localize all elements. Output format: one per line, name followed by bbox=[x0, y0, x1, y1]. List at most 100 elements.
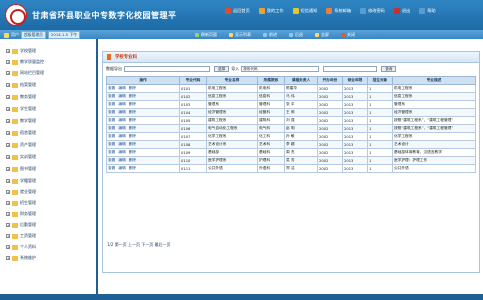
forward-button[interactable]: 前进 bbox=[263, 32, 277, 38]
expand-icon[interactable]: + bbox=[6, 131, 10, 135]
refresh-button[interactable]: 刷新页面 bbox=[195, 32, 217, 38]
expand-icon[interactable]: + bbox=[6, 179, 10, 183]
nav-logout-link[interactable]: 退出 bbox=[393, 8, 410, 14]
edit-link[interactable]: 编辑 bbox=[118, 142, 125, 146]
query-input[interactable] bbox=[323, 66, 378, 72]
sidebar-item[interactable]: + 图书管理 bbox=[6, 166, 36, 172]
delete-link[interactable]: 删除 bbox=[129, 86, 136, 90]
expand-icon[interactable]: + bbox=[6, 256, 10, 260]
close-button[interactable]: 关闭 bbox=[341, 32, 355, 38]
sidebar-item[interactable]: + 网站栏目管理 bbox=[6, 70, 44, 76]
expand-icon[interactable]: + bbox=[6, 83, 10, 87]
expand-icon[interactable]: + bbox=[6, 95, 10, 99]
sidebar-item[interactable]: + 学籍管理 bbox=[6, 178, 36, 184]
view-link[interactable]: 查看 bbox=[108, 166, 115, 170]
delete-link[interactable]: 删除 bbox=[129, 166, 136, 170]
back-button[interactable]: 后退 bbox=[289, 32, 303, 38]
delete-link[interactable]: 删除 bbox=[129, 134, 136, 138]
expand-icon[interactable]: + bbox=[6, 60, 10, 64]
expand-icon[interactable]: + bbox=[6, 119, 10, 123]
pagination[interactable]: 1/2 第一页 上一页 下一页 最后一页 bbox=[107, 242, 171, 248]
view-link[interactable]: 查看 bbox=[108, 150, 115, 154]
expand-icon[interactable]: + bbox=[6, 107, 10, 111]
delete-link[interactable]: 删除 bbox=[129, 94, 136, 98]
folder-icon bbox=[12, 211, 18, 217]
cell-year: 2002 bbox=[317, 124, 343, 133]
edit-link[interactable]: 编辑 bbox=[118, 86, 125, 90]
edit-link[interactable]: 编辑 bbox=[118, 102, 125, 106]
view-link[interactable]: 查看 bbox=[108, 110, 115, 114]
expand-icon[interactable]: + bbox=[6, 212, 10, 216]
query-button[interactable]: 查询 bbox=[381, 66, 397, 72]
sidebar-item[interactable]: + 档案管理 bbox=[6, 82, 36, 88]
edit-link[interactable]: 编辑 bbox=[118, 134, 125, 138]
sidebar-item[interactable]: + 教学管理 bbox=[6, 118, 36, 124]
edit-link[interactable]: 编辑 bbox=[118, 94, 125, 98]
expand-icon[interactable]: + bbox=[6, 167, 10, 171]
view-link[interactable]: 查看 bbox=[108, 118, 115, 122]
edit-link[interactable]: 编辑 bbox=[118, 150, 125, 154]
main-content: 学校专业科 数据导出 选择 导入 按系代码 查询 操作 专业代码 专业名称 所属… bbox=[98, 39, 483, 300]
sidebar-item[interactable]: + 实训管理 bbox=[6, 154, 36, 160]
select-button[interactable]: 选择 bbox=[214, 66, 230, 72]
delete-link[interactable]: 删除 bbox=[129, 126, 136, 130]
cell-dept: 化工科 bbox=[257, 132, 285, 141]
expand-icon[interactable]: + bbox=[6, 71, 10, 75]
expand-icon[interactable]: + bbox=[6, 143, 10, 147]
cell-head: 李 娜 bbox=[284, 140, 318, 149]
nav-sms-link[interactable]: 短信通知 bbox=[292, 8, 317, 14]
field-select[interactable]: 按系代码 bbox=[241, 66, 320, 72]
delete-link[interactable]: 删除 bbox=[129, 102, 136, 106]
sidebar-item[interactable]: + 招生管理 bbox=[6, 200, 36, 206]
delete-link[interactable]: 删除 bbox=[129, 118, 136, 122]
export-field[interactable] bbox=[124, 66, 210, 72]
expand-icon[interactable]: + bbox=[6, 49, 10, 53]
edit-link[interactable]: 编辑 bbox=[118, 158, 125, 162]
delete-link[interactable]: 删除 bbox=[129, 158, 136, 162]
sidebar-item[interactable]: + 学生管理 bbox=[6, 106, 36, 112]
expand-icon[interactable]: + bbox=[6, 155, 10, 159]
expand-icon[interactable]: + bbox=[6, 234, 10, 238]
cell-year: 2002 bbox=[317, 148, 343, 157]
nav-mailbox-link[interactable]: 系统邮箱 bbox=[326, 8, 351, 14]
delete-link[interactable]: 删除 bbox=[129, 110, 136, 114]
edit-link[interactable]: 编辑 bbox=[118, 110, 125, 114]
fullscreen-button[interactable]: 全屏 bbox=[315, 32, 329, 38]
nav-my-work-link[interactable]: 我的工作 bbox=[258, 8, 284, 14]
sidebar-item[interactable]: + 教学质量监控 bbox=[6, 59, 44, 65]
expand-icon[interactable]: + bbox=[6, 201, 10, 205]
sidebar-item[interactable]: + 后勤管理 bbox=[6, 222, 36, 228]
delete-link[interactable]: 删除 bbox=[129, 142, 136, 146]
col-name: 专业名称 bbox=[206, 76, 258, 85]
view-link[interactable]: 查看 bbox=[108, 158, 115, 162]
sidebar-item[interactable]: + 系统维护 bbox=[6, 255, 36, 261]
expand-icon[interactable]: + bbox=[6, 223, 10, 227]
list-button[interactable]: 显示列表 bbox=[229, 32, 251, 38]
sidebar-item[interactable]: + 个人资料 bbox=[6, 244, 36, 250]
edit-link[interactable]: 编辑 bbox=[118, 118, 125, 122]
expand-icon[interactable]: + bbox=[6, 245, 10, 249]
sidebar-item[interactable]: + 学校管理 bbox=[6, 48, 36, 54]
nav-change-password-link[interactable]: 修改密码 bbox=[360, 8, 385, 14]
edit-link[interactable]: 编辑 bbox=[118, 126, 125, 130]
sidebar-item[interactable]: + 教务管理 bbox=[6, 94, 36, 100]
view-link[interactable]: 查看 bbox=[108, 102, 115, 106]
expand-icon[interactable]: + bbox=[6, 190, 10, 194]
sidebar-item[interactable]: + 就业管理 bbox=[6, 189, 36, 195]
cell-length: 2013 bbox=[342, 116, 368, 125]
view-link[interactable]: 查看 bbox=[108, 94, 115, 98]
sidebar-item[interactable]: + 财务管理 bbox=[6, 211, 36, 217]
view-link[interactable]: 查看 bbox=[108, 134, 115, 138]
sidebar-item[interactable]: + 工资管理 bbox=[6, 233, 36, 239]
view-link[interactable]: 查看 bbox=[108, 142, 115, 146]
sidebar-item[interactable]: + 宿舍管理 bbox=[6, 130, 36, 136]
delete-link[interactable]: 删除 bbox=[129, 150, 136, 154]
edit-link[interactable]: 编辑 bbox=[118, 166, 125, 170]
cell-desc: 化学工程系 bbox=[392, 132, 476, 141]
view-link[interactable]: 查看 bbox=[108, 126, 115, 130]
view-link[interactable]: 查看 bbox=[108, 86, 115, 90]
sidebar-item[interactable]: + 资产管理 bbox=[6, 142, 36, 148]
nav-help-link[interactable]: 帮助 bbox=[419, 8, 436, 14]
nav-home-link[interactable]: 返回首页 bbox=[225, 8, 250, 14]
list-icon bbox=[229, 33, 233, 37]
